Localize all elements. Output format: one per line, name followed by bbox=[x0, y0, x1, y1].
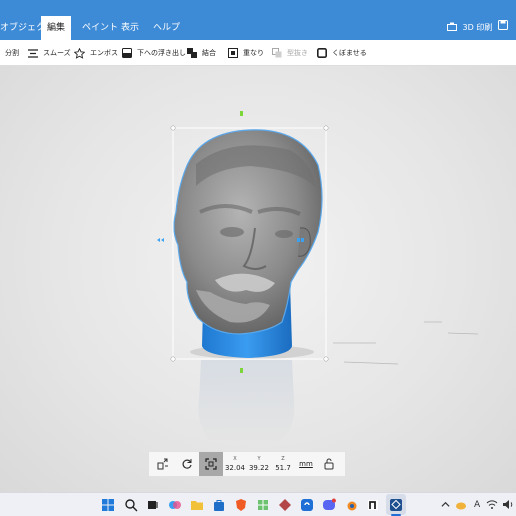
printer-3d-icon bbox=[447, 22, 457, 31]
rotate-icon bbox=[182, 459, 192, 469]
copilot-icon[interactable] bbox=[168, 498, 182, 512]
merge-label: 結合 bbox=[202, 49, 216, 57]
hollow-label: くぼませる bbox=[332, 49, 367, 57]
wifi-icon[interactable] bbox=[486, 499, 498, 510]
hollow-icon bbox=[317, 48, 327, 58]
extrude-down-button[interactable]: 下への浮き出し bbox=[122, 40, 186, 66]
task-view-icon[interactable] bbox=[146, 498, 160, 512]
chevron-up-icon[interactable] bbox=[441, 500, 450, 509]
store-icon[interactable] bbox=[212, 498, 226, 512]
resize-handle-top-left[interactable] bbox=[170, 125, 176, 131]
tab-help[interactable]: ヘルプ bbox=[153, 16, 180, 40]
app-icon[interactable] bbox=[256, 498, 270, 512]
file-explorer-icon[interactable] bbox=[190, 498, 204, 512]
move-icon bbox=[157, 458, 168, 470]
tab-view[interactable]: 表示 bbox=[121, 16, 139, 40]
x-size-value: 32.04 bbox=[224, 464, 246, 472]
subtract-button[interactable]: 型抜き bbox=[272, 40, 308, 66]
resize-handle-bottom-right[interactable] bbox=[323, 356, 329, 362]
resize-handle-top-right[interactable] bbox=[323, 125, 329, 131]
menu-bar: オブジェクト 編集 ペイント 表示 ヘルプ 3D 印刷 bbox=[0, 0, 516, 40]
windows-start-icon[interactable] bbox=[101, 498, 115, 512]
y-axis-label: Y bbox=[257, 456, 261, 462]
brave-browser-icon[interactable] bbox=[234, 498, 248, 512]
3d-builder-icon[interactable] bbox=[389, 498, 403, 512]
print-3d-label: 3D 印刷 bbox=[462, 23, 493, 32]
3d-viewport[interactable] bbox=[0, 66, 516, 492]
rotate-button[interactable] bbox=[175, 452, 199, 476]
emboss-label: エンボス bbox=[90, 49, 118, 57]
windows-taskbar: A bbox=[0, 492, 516, 516]
emboss-star-icon bbox=[74, 47, 85, 59]
rotate-gizmo-bottom[interactable] bbox=[240, 368, 243, 373]
input-method-indicator[interactable]: A bbox=[474, 499, 480, 511]
extrude-down-icon bbox=[122, 48, 132, 58]
ground-shadow bbox=[333, 321, 479, 365]
volume-icon[interactable] bbox=[502, 499, 514, 510]
head-model[interactable] bbox=[173, 129, 323, 335]
rotate-gizmo-left[interactable] bbox=[157, 238, 164, 242]
unit-selector[interactable]: mm bbox=[295, 460, 317, 468]
resize-handle-bottom-left[interactable] bbox=[170, 356, 176, 362]
split-button[interactable]: 分割 bbox=[5, 40, 19, 66]
z-size-field[interactable]: Z 51.7 bbox=[271, 455, 295, 473]
z-size-value: 51.7 bbox=[275, 464, 291, 472]
tab-paint[interactable]: ペイント bbox=[82, 16, 118, 40]
subtract-icon bbox=[272, 48, 282, 58]
split-label: 分割 bbox=[5, 49, 19, 57]
intersect-label: 重なり bbox=[243, 49, 264, 57]
app-icon[interactable] bbox=[278, 498, 292, 512]
transform-toolbar: X 32.04 Y 39.22 Z 51.7 mm bbox=[148, 451, 346, 477]
y-size-field[interactable]: Y 39.22 bbox=[247, 455, 271, 473]
chrome-icon[interactable] bbox=[300, 498, 314, 512]
emboss-button[interactable]: エンボス bbox=[74, 40, 118, 66]
app-icon[interactable] bbox=[366, 498, 380, 512]
save-button[interactable] bbox=[498, 20, 508, 36]
cloud-icon[interactable] bbox=[455, 500, 467, 510]
merge-button[interactable]: 結合 bbox=[187, 40, 216, 66]
smooth-button[interactable]: スムーズ bbox=[28, 40, 71, 66]
scale-icon bbox=[205, 458, 217, 470]
smooth-label: スムーズ bbox=[43, 49, 71, 57]
subtract-label: 型抜き bbox=[287, 49, 308, 57]
move-button[interactable] bbox=[151, 452, 175, 476]
edit-toolbar: 分割 スムーズ エンボス 下への浮き出し 結合 重なり 型抜き くぼませる bbox=[0, 40, 516, 66]
y-size-value: 39.22 bbox=[248, 464, 270, 472]
search-icon[interactable] bbox=[124, 498, 138, 512]
print-3d-button[interactable]: 3D 印刷 bbox=[447, 20, 492, 36]
tab-edit[interactable]: 編集 bbox=[41, 16, 72, 40]
scene-canvas[interactable] bbox=[0, 66, 516, 492]
save-icon bbox=[498, 20, 508, 30]
intersect-icon bbox=[228, 48, 238, 58]
discord-icon[interactable] bbox=[322, 498, 336, 512]
blender-icon[interactable] bbox=[344, 498, 358, 512]
rotate-gizmo-top[interactable] bbox=[240, 111, 243, 116]
x-size-field[interactable]: X 32.04 bbox=[223, 455, 247, 473]
smooth-icon bbox=[28, 48, 38, 58]
scale-button[interactable] bbox=[199, 452, 223, 476]
model-reflection bbox=[198, 360, 295, 440]
z-axis-label: Z bbox=[281, 456, 285, 462]
extrude-down-label: 下への浮き出し bbox=[137, 49, 186, 57]
intersect-button[interactable]: 重なり bbox=[228, 40, 264, 66]
unlock-icon bbox=[324, 458, 334, 470]
lock-button[interactable] bbox=[317, 452, 341, 476]
hollow-button[interactable]: くぼませる bbox=[317, 40, 367, 66]
merge-icon bbox=[187, 48, 197, 58]
x-axis-label: X bbox=[233, 456, 237, 462]
